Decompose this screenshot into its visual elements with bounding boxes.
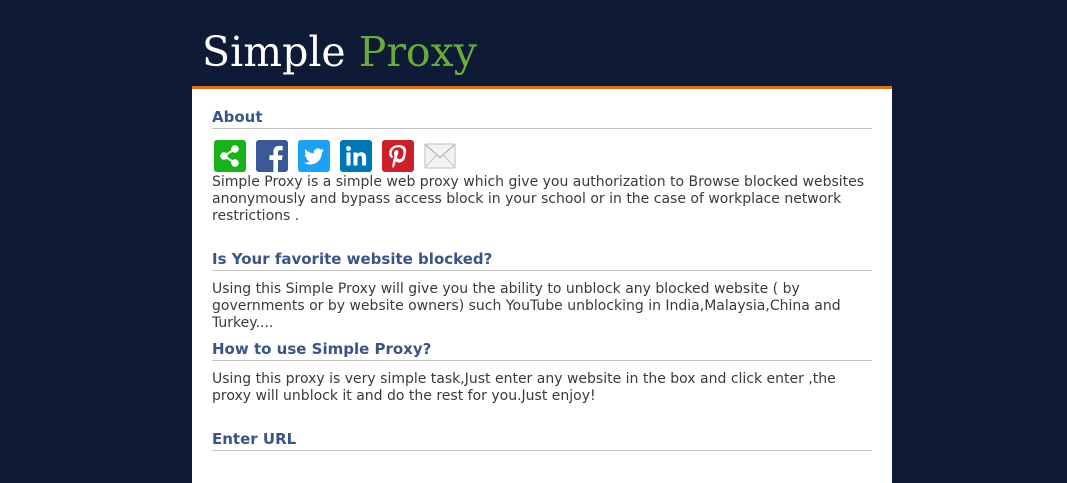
- logo-word-proxy: Proxy: [358, 28, 477, 76]
- how-to-heading: How to use Simple Proxy?: [212, 339, 872, 361]
- facebook-icon[interactable]: [256, 140, 288, 172]
- share-buttons: [214, 140, 872, 172]
- site-header: Simple Proxy: [192, 0, 892, 86]
- blocked-section: Is Your favorite website blocked? Using …: [212, 249, 872, 332]
- how-to-section: How to use Simple Proxy? Using this prox…: [212, 339, 872, 405]
- about-text: Simple Proxy is a simple web proxy which…: [212, 174, 865, 224]
- share-icon[interactable]: [214, 140, 246, 172]
- blocked-heading: Is Your favorite website blocked?: [212, 249, 872, 271]
- about-section: About Simple Proxy is a simple web proxy…: [212, 107, 872, 225]
- about-heading: About: [212, 107, 872, 129]
- how-to-text: Using this proxy is very simple task,Jus…: [212, 371, 836, 404]
- linkedin-icon[interactable]: [340, 140, 372, 172]
- enter-url-heading: Enter URL: [212, 429, 872, 451]
- site-logo[interactable]: Simple Proxy: [202, 26, 477, 78]
- pinterest-icon[interactable]: [382, 140, 414, 172]
- email-icon[interactable]: [424, 140, 456, 172]
- main-content: About Simple Proxy is a simple web proxy…: [192, 89, 892, 483]
- logo-word-simple: Simple: [202, 28, 346, 76]
- enter-url-section: Enter URL: [212, 429, 872, 451]
- twitter-icon[interactable]: [298, 140, 330, 172]
- blocked-text: Using this Simple Proxy will give you th…: [212, 281, 841, 331]
